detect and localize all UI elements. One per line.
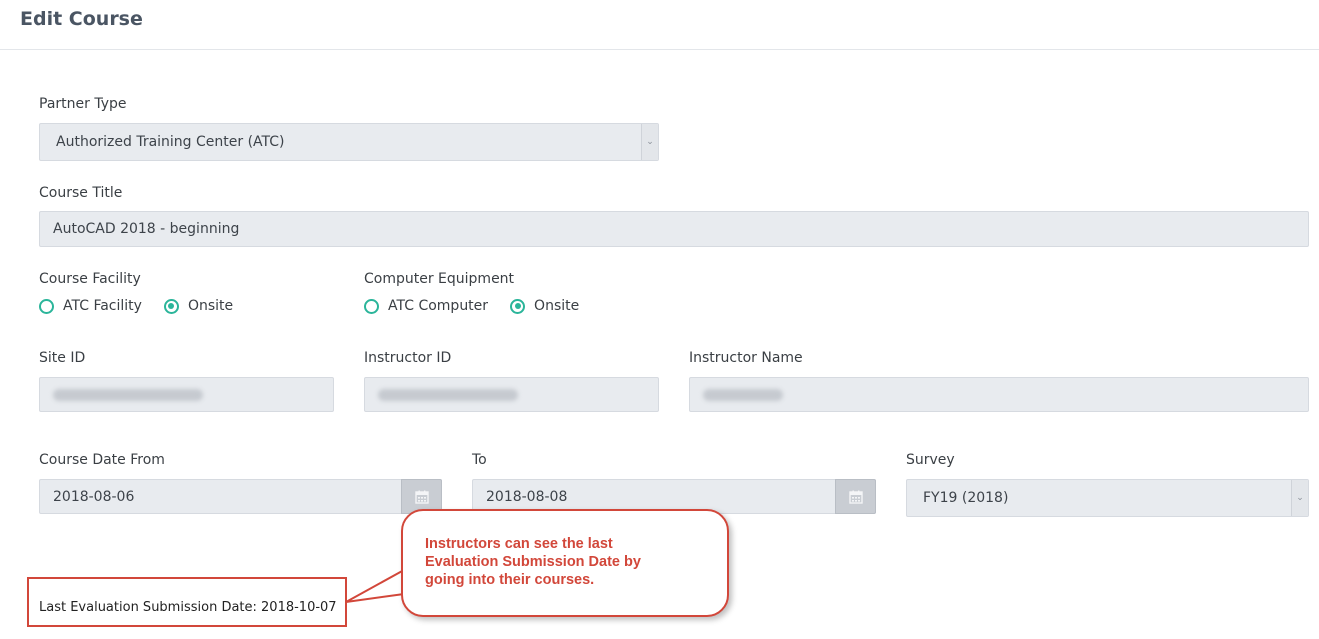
- radio-label: Onsite: [187, 298, 234, 314]
- survey-label: Survey: [906, 452, 955, 468]
- callout-line: Instructors can see the last: [425, 536, 613, 552]
- instructor-id-label: Instructor ID: [364, 350, 452, 366]
- site-id-input[interactable]: [39, 377, 334, 412]
- course-date-to-value: 2018-08-08: [486, 488, 568, 505]
- computer-equipment-label: Computer Equipment: [364, 271, 515, 287]
- annotation-callout: Instructors can see the last Evaluation …: [401, 509, 729, 617]
- partner-type-select[interactable]: Authorized Training Center (ATC) ⌄: [39, 123, 659, 161]
- instructor-name-input[interactable]: [689, 377, 1309, 412]
- redacted-value: [53, 388, 203, 401]
- site-id-label: Site ID: [39, 350, 86, 366]
- radio-facility-onsite[interactable]: Onsite: [163, 298, 234, 314]
- radio-unchecked-icon[interactable]: [39, 298, 54, 314]
- partner-type-value: Authorized Training Center (ATC): [56, 134, 285, 150]
- redacted-value: [378, 388, 518, 401]
- radio-checked-icon[interactable]: [510, 298, 526, 314]
- course-date-from-label: Course Date From: [39, 452, 165, 468]
- page-header: Edit Course: [0, 0, 1319, 50]
- radio-label: ATC Computer: [388, 298, 489, 314]
- course-date-from-input[interactable]: 2018-08-06: [39, 479, 442, 514]
- last-evaluation-date: Last Evaluation Submission Date: 2018-10…: [27, 577, 347, 627]
- instructor-name-label: Instructor Name: [689, 350, 803, 366]
- course-date-to-label: To: [472, 452, 487, 468]
- page-title: Edit Course: [20, 8, 143, 30]
- chevron-down-icon[interactable]: ⌄: [1291, 480, 1308, 516]
- radio-equipment-onsite[interactable]: Onsite: [510, 298, 579, 314]
- chevron-down-icon[interactable]: ⌄: [641, 124, 658, 160]
- partner-type-label: Partner Type: [39, 96, 127, 112]
- callout-line: going into their courses.: [425, 572, 595, 588]
- instructor-id-input[interactable]: [364, 377, 659, 412]
- course-facility-label: Course Facility: [39, 271, 141, 287]
- computer-equipment-radio-group: ATC Computer Onsite: [364, 298, 601, 314]
- redacted-value: [703, 388, 783, 401]
- calendar-icon[interactable]: [835, 479, 876, 514]
- radio-label: Onsite: [534, 298, 580, 314]
- radio-atc-computer[interactable]: ATC Computer: [364, 298, 488, 314]
- course-date-from-value: 2018-08-06: [53, 488, 135, 505]
- survey-value: FY19 (2018): [923, 490, 1009, 506]
- radio-unchecked-icon[interactable]: [364, 298, 379, 314]
- callout-line: Evaluation Submission Date by: [425, 554, 641, 570]
- course-facility-radio-group: ATC Facility Onsite: [39, 298, 255, 314]
- course-title-value: AutoCAD 2018 - beginning: [53, 221, 240, 237]
- callout-pointer: [345, 569, 405, 603]
- radio-checked-icon[interactable]: [163, 298, 179, 314]
- radio-label: ATC Facility: [63, 298, 142, 314]
- survey-select[interactable]: FY19 (2018) ⌄: [906, 479, 1309, 517]
- radio-atc-facility[interactable]: ATC Facility: [39, 298, 142, 314]
- course-title-label: Course Title: [39, 185, 123, 201]
- course-title-input[interactable]: AutoCAD 2018 - beginning: [39, 211, 1309, 247]
